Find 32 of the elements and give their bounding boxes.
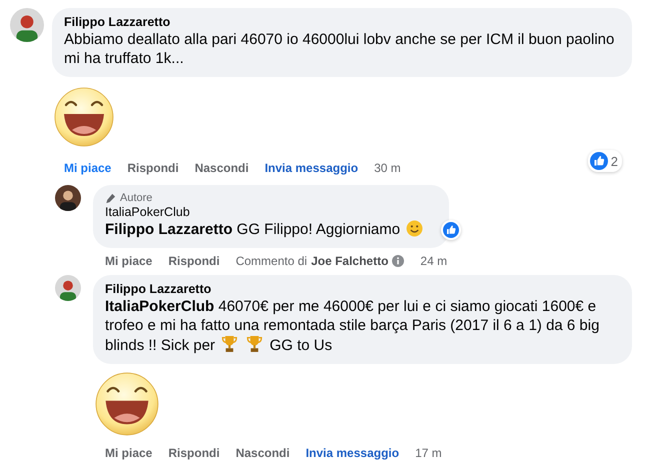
like-link[interactable]: Mi piace	[105, 446, 152, 460]
timestamp-link[interactable]: 17 m	[415, 446, 442, 460]
like-reaction-badge[interactable]	[441, 220, 462, 240]
trophy-emoji-icon	[221, 335, 238, 353]
avatar[interactable]	[55, 185, 81, 211]
comment-text: Abbiamo deallato alla pari 46070 io 46000lui lobv anche se per ICM il buon paolino mi ha truffato 1k...	[64, 31, 614, 67]
hide-link[interactable]: Nascondi	[194, 161, 249, 175]
author-name[interactable]: ItaliaPokerClub	[105, 205, 426, 219]
like-link[interactable]: Mi piace	[64, 161, 112, 175]
reply-link[interactable]: Rispondi	[168, 254, 220, 268]
timestamp-link[interactable]: 24 m	[420, 254, 448, 268]
comment-text: Filippo Lazzaretto GG Filippo! Aggiorniamo	[105, 221, 400, 238]
trophy-emoji-icon	[246, 335, 264, 353]
info-icon[interactable]	[392, 255, 404, 267]
comment-text: blinds !! Sick per	[105, 337, 216, 354]
timestamp-link[interactable]: 30 m	[374, 161, 401, 175]
message-link[interactable]: Invia messaggio	[264, 161, 358, 175]
reply-link[interactable]: Rispondi	[127, 161, 179, 175]
author-name[interactable]: Filippo Lazzaretto	[105, 282, 620, 296]
comment-text: GG to Us	[270, 337, 332, 354]
author-label: Autore	[120, 192, 152, 204]
like-link[interactable]: Mi piace	[105, 254, 152, 268]
hide-link[interactable]: Nascondi	[236, 446, 290, 460]
pencil-icon	[105, 192, 116, 204]
like-reaction-icon	[590, 152, 608, 170]
commenter-link[interactable]: Joe Falchetto	[311, 254, 388, 268]
comment-attribution: Commento di	[236, 254, 308, 268]
message-link[interactable]: Invia messaggio	[306, 446, 400, 460]
smiley-emoji-icon	[406, 220, 424, 237]
reply-link[interactable]: Rispondi	[168, 446, 220, 460]
reaction-count-badge[interactable]: 2	[588, 150, 622, 172]
author-name[interactable]: Filippo Lazzaretto	[64, 15, 620, 29]
